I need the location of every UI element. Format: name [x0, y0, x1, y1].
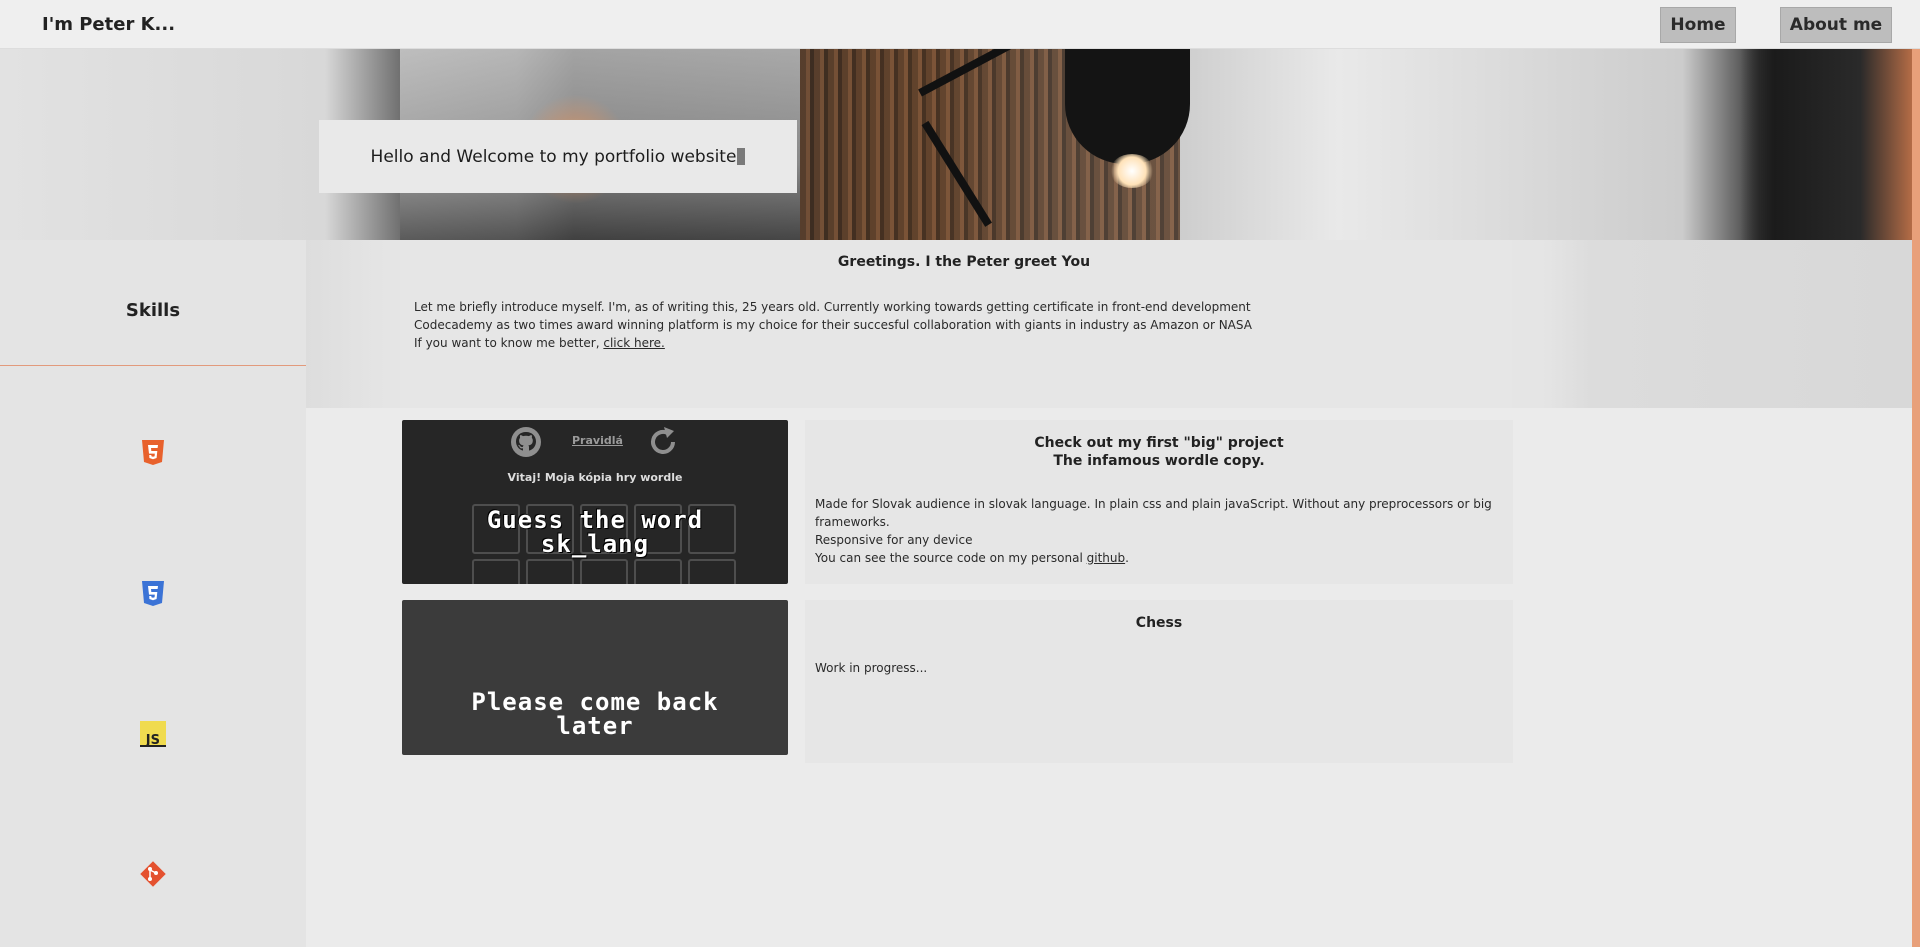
chess-overlay-line: Please come back	[471, 688, 719, 716]
top-navbar: I'm Peter K... Home About me	[0, 0, 1920, 49]
wordle-overlay-line: sk_lang	[540, 530, 650, 558]
wordle-project-thumbnail[interactable]: Pravidlá Vitaj! Moja kópia hry wordle Gu…	[402, 420, 788, 584]
welcome-text: Hello and Welcome to my portfolio websit…	[370, 146, 737, 167]
about-line: If you want to know me better, click her…	[414, 334, 1314, 352]
project-text-line: You can see the source code on my person…	[815, 549, 1515, 567]
project-text-suffix: .	[1125, 551, 1129, 565]
brand-title[interactable]: I'm Peter K...	[42, 14, 175, 35]
project-title: Check out my first "big" project The inf…	[805, 434, 1513, 470]
wordle-tile	[472, 559, 520, 584]
nav-home-button[interactable]: Home	[1660, 7, 1736, 43]
project-text-line: Responsive for any device	[815, 533, 973, 547]
right-accent-strip	[1912, 49, 1920, 947]
chess-overlay-line: later	[556, 712, 634, 740]
about-text: Let me briefly introduce myself. I'm, as…	[414, 298, 1314, 352]
lamp-bulb-decor	[1110, 154, 1154, 188]
about-line: Let me briefly introduce myself. I'm, as…	[414, 300, 1251, 314]
wordle-welcome-text: Vitaj! Moja kópia hry wordle	[507, 471, 683, 484]
wordle-overlay-text: Guess the word sk_lang	[402, 508, 788, 556]
github-icon[interactable]	[510, 426, 542, 458]
wordle-overlay-line: Guess the word	[486, 506, 704, 534]
project-description: Work in progress...	[815, 661, 928, 675]
hero-right-decor	[1740, 49, 1912, 240]
project-title-line: The infamous wordle copy.	[1053, 453, 1265, 469]
git-icon	[140, 861, 166, 887]
project-description: Made for Slovak audience in slovak langu…	[815, 495, 1515, 567]
wordle-tile	[580, 559, 628, 584]
css3-icon	[142, 581, 164, 606]
project-title: Chess	[1135, 615, 1183, 631]
html5-icon	[142, 440, 164, 465]
typing-cursor	[737, 148, 746, 165]
hero-banner	[0, 49, 1912, 240]
nav-about-button[interactable]: About me	[1780, 7, 1892, 43]
about-title: Greetings. I the Peter greet You	[837, 254, 1091, 270]
reload-icon[interactable]	[645, 424, 681, 460]
about-me-link[interactable]: click here.	[603, 336, 664, 350]
chess-project-card: Chess Work in progress...	[805, 600, 1513, 763]
wordle-rules-link[interactable]: Pravidlá	[572, 434, 623, 447]
about-line-text: If you want to know me better,	[414, 336, 604, 350]
welcome-banner: Hello and Welcome to my portfolio websit…	[319, 120, 797, 193]
skills-divider	[0, 365, 306, 366]
about-line: Codecademy as two times award winning pl…	[414, 318, 1252, 332]
wordle-project-card: Check out my first "big" project The inf…	[805, 420, 1513, 584]
chess-project-thumbnail[interactable]: Please come back later	[402, 600, 788, 755]
javascript-icon: JS	[140, 721, 166, 748]
skills-title: Skills	[125, 300, 181, 321]
project-text-line: Made for Slovak audience in slovak langu…	[815, 497, 1492, 529]
wordle-tile	[688, 559, 736, 584]
lamp-shade-decor	[1065, 49, 1190, 164]
wordle-tile	[526, 559, 574, 584]
chess-overlay-text: Please come back later	[402, 690, 788, 738]
wordle-tile	[634, 559, 682, 584]
github-link[interactable]: github	[1087, 551, 1125, 565]
project-text-prefix: You can see the source code on my person…	[815, 551, 1087, 565]
project-title-line: Check out my first "big" project	[1034, 435, 1284, 451]
